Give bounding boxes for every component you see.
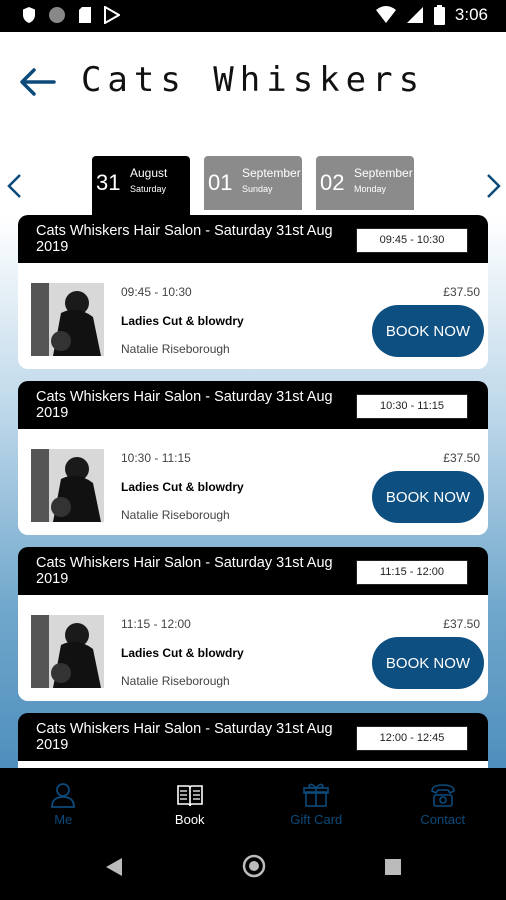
salon-date-label: Cats Whiskers Hair Salon - Saturday 31st… xyxy=(36,555,333,587)
service-name: Ladies Cut & blowdry xyxy=(121,646,244,660)
date-tab-month: September xyxy=(242,166,301,180)
recents-square-icon[interactable] xyxy=(384,858,402,876)
circle-icon xyxy=(49,7,65,23)
appointment-time: 09:45 - 10:30 xyxy=(121,285,192,299)
appointment-header: Cats Whiskers Hair Salon - Saturday 31st… xyxy=(18,713,488,761)
date-tabs: 31 August Saturday 01 September Sunday 0… xyxy=(92,156,414,216)
battery-icon xyxy=(433,5,445,25)
date-tab-day: 31 xyxy=(96,170,121,195)
page-title: Cats Whiskers xyxy=(80,60,426,100)
date-tab-02-september[interactable]: 02 September Monday xyxy=(316,156,414,210)
sd-card-icon xyxy=(79,7,91,23)
nav-item-gift-card[interactable]: Gift Card xyxy=(253,768,380,836)
date-tab-day: 02 xyxy=(320,170,345,195)
appointment-header: Cats Whiskers Hair Salon - Saturday 31st… xyxy=(18,215,488,263)
nav-item-me[interactable]: Me xyxy=(0,768,127,836)
time-chip: 09:45 - 10:30 xyxy=(356,228,468,253)
appointment-card: Cats Whiskers Hair Salon - Saturday 31st… xyxy=(18,215,488,369)
phone-icon xyxy=(430,784,455,807)
time-chip: 10:30 - 11:15 xyxy=(356,394,468,419)
chevron-left-icon[interactable] xyxy=(4,172,26,200)
appointment-body xyxy=(18,761,488,768)
time-chip: 11:15 - 12:00 xyxy=(356,560,468,585)
date-tab-day: 01 xyxy=(208,170,233,195)
nav-label: Gift Card xyxy=(290,812,343,827)
appointment-body: 11:15 - 12:00 Ladies Cut & blowdry Natal… xyxy=(18,595,488,701)
nav-item-book[interactable]: Book xyxy=(127,768,254,836)
salon-date-label: Cats Whiskers Hair Salon - Saturday 31st… xyxy=(36,389,333,421)
book-now-button[interactable]: BOOK NOW xyxy=(372,471,484,523)
status-bar: 3:06 xyxy=(0,0,506,32)
price: £37.50 xyxy=(443,451,480,465)
service-name: Ladies Cut & blowdry xyxy=(121,314,244,328)
stylist-name: Natalie Riseborough xyxy=(121,674,230,688)
price: £37.50 xyxy=(443,617,480,631)
back-triangle-icon[interactable] xyxy=(104,856,124,878)
date-tab-weekday: Sunday xyxy=(242,184,273,194)
appointment-header: Cats Whiskers Hair Salon - Saturday 31st… xyxy=(18,381,488,429)
book-now-button[interactable]: BOOK NOW xyxy=(372,637,484,689)
appointment-body: 10:30 - 11:15 Ladies Cut & blowdry Natal… xyxy=(18,429,488,535)
stylist-photo xyxy=(31,283,104,356)
status-time: 3:06 xyxy=(454,5,488,24)
nav-label: Me xyxy=(54,812,73,827)
date-tab-month: September xyxy=(354,166,413,180)
stylist-photo xyxy=(31,449,104,522)
price: £37.50 xyxy=(443,285,480,299)
book-icon xyxy=(176,785,203,807)
system-nav-bar xyxy=(0,836,506,900)
date-tab-weekday: Saturday xyxy=(130,184,167,194)
nav-item-contact[interactable]: Contact xyxy=(380,768,506,836)
salon-date-label: Cats Whiskers Hair Salon - Saturday 31st… xyxy=(36,223,333,255)
gift-icon xyxy=(303,783,330,807)
stylist-name: Natalie Riseborough xyxy=(121,342,230,356)
chevron-right-icon[interactable] xyxy=(482,172,504,200)
appointment-time: 10:30 - 11:15 xyxy=(121,451,191,465)
appointment-time: 11:15 - 12:00 xyxy=(121,617,191,631)
appointment-card: Cats Whiskers Hair Salon - Saturday 31st… xyxy=(18,381,488,535)
home-circle-icon[interactable] xyxy=(242,854,266,878)
salon-date-label: Cats Whiskers Hair Salon - Saturday 31st… xyxy=(36,721,333,753)
date-tab-01-september[interactable]: 01 September Sunday xyxy=(204,156,302,210)
appointment-header: Cats Whiskers Hair Salon - Saturday 31st… xyxy=(18,547,488,595)
service-name: Ladies Cut & blowdry xyxy=(121,480,244,494)
stylist-photo xyxy=(31,615,104,688)
shield-icon xyxy=(23,7,35,23)
nav-label: Contact xyxy=(420,812,466,827)
bottom-nav: Me Book Gift Card Contact xyxy=(0,768,506,836)
signal-icon xyxy=(406,7,423,23)
date-tab-31-august[interactable]: 31 August Saturday xyxy=(92,156,190,216)
date-tab-month: August xyxy=(130,166,168,180)
wifi-icon xyxy=(375,6,396,23)
appointment-list: Cats Whiskers Hair Salon - Saturday 31st… xyxy=(18,215,488,768)
date-tab-weekday: Monday xyxy=(354,184,387,194)
stylist-name: Natalie Riseborough xyxy=(121,508,230,522)
person-icon xyxy=(51,783,76,808)
app-header: Cats Whiskers xyxy=(0,32,506,142)
main-content[interactable]: 31 August Saturday 01 September Sunday 0… xyxy=(0,142,506,768)
time-chip: 12:00 - 12:45 xyxy=(356,726,468,751)
appointment-card: Cats Whiskers Hair Salon - Saturday 31st… xyxy=(18,547,488,701)
nav-label: Book xyxy=(174,812,205,827)
book-now-button[interactable]: BOOK NOW xyxy=(372,305,484,357)
play-store-icon xyxy=(104,6,120,24)
appointment-body: 09:45 - 10:30 Ladies Cut & blowdry Natal… xyxy=(18,263,488,369)
appointment-card: Cats Whiskers Hair Salon - Saturday 31st… xyxy=(18,713,488,768)
